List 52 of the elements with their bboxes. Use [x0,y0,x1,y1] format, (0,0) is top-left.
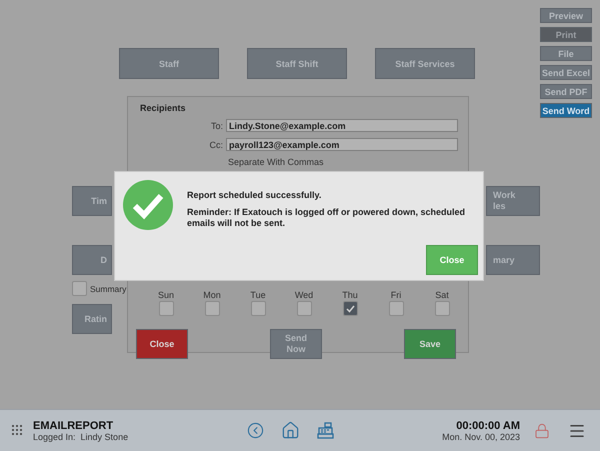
check-icon [346,304,354,312]
day-checkbox[interactable] [388,301,404,316]
day-label: Tue [250,290,266,300]
field-label: To: [210,120,223,130]
day-checkbox[interactable] [434,301,450,316]
day-label: Sat [435,290,449,300]
home-icon[interactable] [281,421,300,440]
logged-in-text: Logged In: Lindy Stone [33,432,130,442]
sidebar-button[interactable]: Send Excel [540,65,592,80]
cash-register-icon[interactable] [317,422,334,439]
close-button[interactable]: Close [426,245,478,275]
report-button[interactable]: Staff Shift [247,48,347,79]
day-label: Wed [294,290,314,300]
day-checkbox[interactable] [204,301,220,316]
app-grid-icon[interactable] [12,425,23,436]
day-label: Sun [158,290,174,300]
check-icon [123,180,173,230]
cc-field[interactable]: payroll123@example.com [226,138,458,151]
send-now-button[interactable]: Send Now [270,329,322,359]
clock-date: Mon. Nov. 00, 2023 [442,432,520,442]
reminder-message: Reminder: If Exatouch is logged off or powered down, scheduled emails will not be sent. [187,207,466,229]
sidebar-button[interactable]: Send PDF [540,84,592,99]
report-button[interactable]: mary [486,245,540,275]
report-button[interactable]: Work les [486,186,540,216]
day-checkbox[interactable] [342,301,358,316]
save-button[interactable]: Save [404,329,456,359]
report-button[interactable]: Staff [119,48,219,79]
report-button[interactable]: Tim [72,186,112,216]
day-label: Mon [203,290,221,300]
field-label: Cc: [210,140,223,150]
sidebar-button[interactable]: File [540,46,592,61]
day-checkbox[interactable] [296,301,312,316]
sidebar-button[interactable]: Send Word [540,103,592,118]
clock-time: 00:00:00 AM [456,420,520,432]
day-label: Fri [390,290,402,300]
to-field[interactable]: Lindy.Stone@example.com [226,119,458,132]
summary-checkbox[interactable] [72,281,87,296]
checkbox-label: Summary [90,284,126,294]
hint-text: Separate With Commas [228,157,325,167]
report-button[interactable]: Staff Services [375,48,475,79]
day-checkbox[interactable] [158,301,174,316]
screen-title: EMAILREPORT [33,420,114,432]
lock-icon[interactable] [534,422,550,438]
day-checkbox[interactable] [250,301,266,316]
report-button[interactable]: D [72,245,112,275]
section-title: Recipients [140,103,187,113]
day-label: Thu [342,290,358,300]
close-button[interactable]: Close [136,329,188,359]
success-title: Report scheduled successfully. [187,190,322,200]
sidebar-button[interactable]: Preview [540,8,592,23]
back-icon[interactable] [247,422,264,439]
report-button[interactable]: Ratin [72,304,112,334]
